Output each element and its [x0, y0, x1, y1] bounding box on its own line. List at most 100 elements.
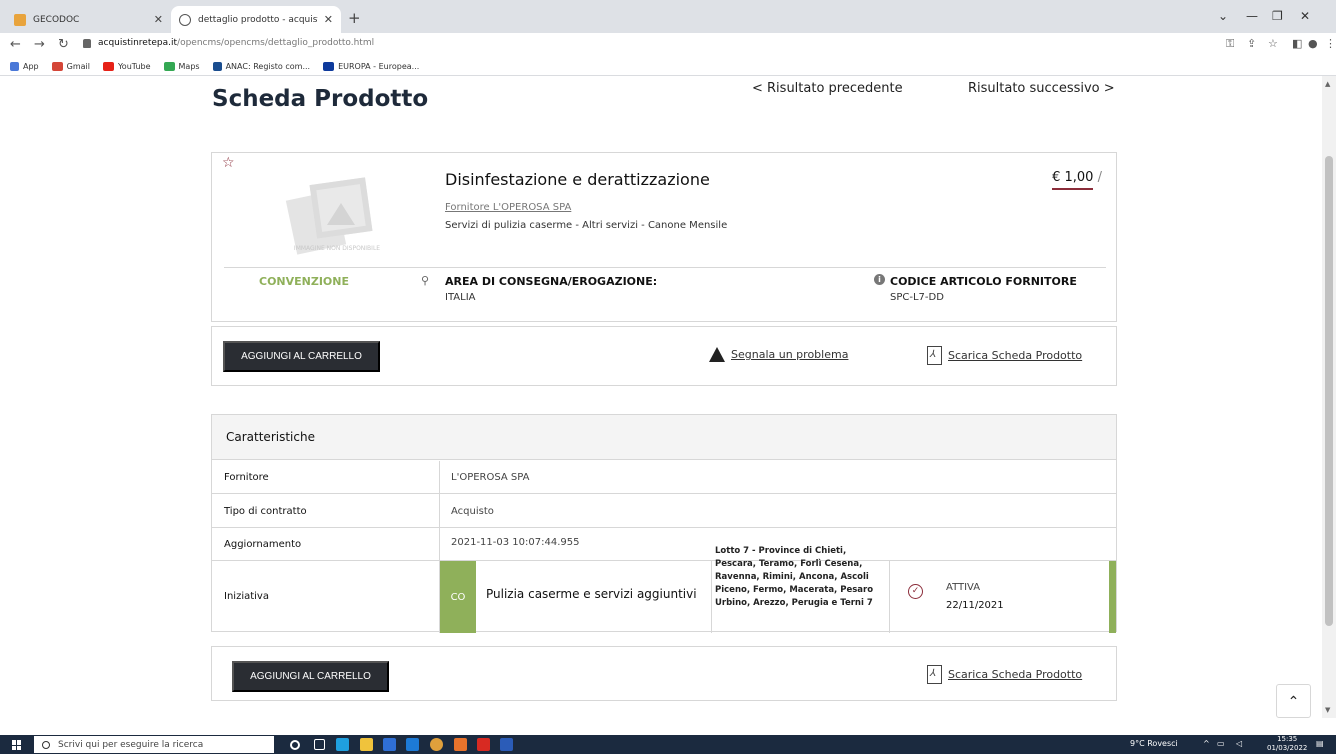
characteristics-header: Caratteristiche: [212, 415, 1116, 460]
weather-widget[interactable]: 9°C Rovesci: [1130, 739, 1178, 748]
download-datasheet-link[interactable]: Scarica Scheda Prodotto: [927, 665, 1082, 684]
notifications-icon[interactable]: ▤: [1316, 739, 1324, 748]
delivery-area-value: ITALIA: [445, 292, 476, 303]
warning-icon: [709, 347, 725, 362]
sidebar-icon[interactable]: ◧: [1292, 37, 1302, 50]
table-row: Fornitore L'OPEROSA SPA: [212, 461, 1116, 494]
tab-title: GECODOC: [33, 14, 80, 25]
lock-icon: [83, 38, 91, 48]
file-explorer-icon[interactable]: [360, 738, 373, 751]
bookmark-star-icon[interactable]: ☆: [1268, 37, 1278, 50]
globe-favicon-icon: [179, 13, 191, 26]
clock-date: 01/03/2022: [1267, 744, 1308, 752]
reload-icon[interactable]: ↻: [58, 37, 69, 52]
initiative-status: ATTIVA: [946, 582, 981, 593]
delivery-area-label: AREA DI CONSEGNA/EROGAZIONE:: [445, 275, 658, 288]
next-result-link[interactable]: Risultato successivo >: [968, 81, 1115, 96]
maps-icon: [163, 62, 175, 71]
url-field[interactable]: acquistinretepa.it /opencms/opencms/dett…: [83, 38, 374, 48]
url-path: /opencms/opencms/dettaglio_prodotto.html: [177, 38, 375, 48]
add-to-cart-button[interactable]: AGGIUNGI AL CARRELLO: [223, 341, 380, 372]
tab-search-chevron-icon[interactable]: ⌄: [1218, 9, 1228, 23]
supplier-code-value: SPC-L7-DD: [890, 292, 944, 303]
tab-dettaglio-prodotto[interactable]: dettaglio prodotto - acquistinreti ✕: [171, 6, 341, 33]
product-card: ☆ IMMAGINE NON DISPONIBILE Disinfestazio…: [211, 152, 1117, 322]
back-to-top-button[interactable]: ⌃: [1276, 684, 1311, 718]
outlook-icon[interactable]: [454, 738, 467, 751]
bookmarks-bar: App Gmail YouTube Maps ANAC: Registo com…: [0, 58, 1336, 76]
volume-icon[interactable]: ◁: [1236, 739, 1242, 748]
characteristics-table: Caratteristiche Fornitore L'OPEROSA SPA …: [211, 414, 1117, 633]
bookmark-youtube[interactable]: YouTube: [102, 62, 151, 71]
page-content: Scheda Prodotto < Risultato precedente R…: [0, 76, 1322, 718]
initiative-badge: CO: [440, 561, 476, 633]
supplier-link[interactable]: Fornitore L'OPEROSA SPA: [445, 202, 571, 213]
share-icon[interactable]: ⇪: [1247, 37, 1256, 50]
product-category: Servizi di pulizia caserme - Altri servi…: [445, 220, 728, 231]
taskbar-clock[interactable]: 15:35 01/03/2022: [1267, 735, 1307, 753]
tab-gecodoc[interactable]: GECODOC ✕: [6, 6, 171, 33]
cortana-icon[interactable]: [290, 740, 300, 750]
word-icon[interactable]: [500, 738, 513, 751]
divider: [224, 267, 1106, 268]
back-icon[interactable]: ←: [10, 37, 21, 52]
windows-start-icon[interactable]: [12, 740, 22, 750]
profile-icon[interactable]: ●: [1308, 37, 1318, 50]
bookmark-anac[interactable]: ANAC: Registo com...: [212, 62, 310, 71]
forward-icon[interactable]: →: [34, 37, 45, 52]
close-tab-icon[interactable]: ✕: [154, 13, 163, 26]
page-scrollbar[interactable]: ▲ ▼: [1322, 76, 1336, 718]
new-tab-button[interactable]: +: [348, 9, 361, 27]
pdf-icon: [927, 665, 942, 684]
anac-icon: [212, 62, 222, 71]
price-value: € 1,00: [1052, 170, 1094, 190]
store-icon[interactable]: [383, 738, 396, 751]
tray-chevron-icon[interactable]: ^: [1203, 739, 1210, 748]
favorite-star-icon[interactable]: ☆: [222, 155, 235, 171]
windows-taskbar: Scrivi qui per eseguire la ricerca 9°C R…: [0, 735, 1336, 754]
tab-title: dettaglio prodotto - acquistinreti: [198, 14, 318, 25]
chrome-icon[interactable]: [430, 738, 443, 751]
report-problem-link[interactable]: Segnala un problema: [709, 347, 848, 362]
close-tab-icon[interactable]: ✕: [324, 13, 333, 26]
menu-icon[interactable]: ⋮: [1325, 37, 1336, 50]
edge-icon[interactable]: [336, 738, 349, 751]
key-icon[interactable]: ⚿: [1226, 37, 1234, 51]
scroll-down-icon[interactable]: ▼: [1325, 706, 1330, 714]
bookmark-europa[interactable]: EUROPA - Europea...: [323, 62, 419, 71]
mail-icon[interactable]: [406, 738, 419, 751]
download-datasheet-link[interactable]: Scarica Scheda Prodotto: [927, 346, 1082, 365]
acrobat-icon[interactable]: [477, 738, 490, 751]
browser-tab-bar: GECODOC ✕ dettaglio prodotto - acquistin…: [0, 0, 1336, 33]
taskbar-search-placeholder: Scrivi qui per eseguire la ricerca: [58, 739, 204, 750]
eu-flag-icon: [323, 62, 335, 71]
task-view-icon[interactable]: [314, 739, 325, 750]
location-pin-icon: ⚲: [421, 274, 430, 287]
close-window-icon[interactable]: ✕: [1300, 9, 1310, 23]
bookmark-apps[interactable]: App: [10, 62, 39, 71]
scroll-up-icon[interactable]: ▲: [1325, 80, 1330, 88]
taskbar-search[interactable]: Scrivi qui per eseguire la ricerca: [34, 736, 274, 753]
apps-grid-icon: [10, 62, 19, 71]
product-type-label: CONVENZIONE: [259, 275, 350, 288]
bookmark-maps[interactable]: Maps: [163, 62, 200, 71]
initiative-status-date: 22/11/2021: [946, 600, 1004, 611]
table-row: Tipo di contratto Acquisto: [212, 495, 1116, 528]
actions-bar: AGGIUNGI AL CARRELLO Segnala un problema…: [211, 326, 1117, 386]
initiative-title: Pulizia caserme e servizi aggiuntivi: [486, 587, 697, 601]
table-row: Aggiornamento 2021-11-03 10:07:44.955: [212, 529, 1116, 561]
bookmark-gmail[interactable]: Gmail: [51, 62, 90, 71]
previous-result-link[interactable]: < Risultato precedente: [752, 81, 903, 96]
price-suffix: /: [1097, 170, 1102, 185]
restore-icon[interactable]: ❐: [1272, 9, 1283, 23]
bottom-actions-bar: AGGIUNGI AL CARRELLO Scarica Scheda Prod…: [211, 646, 1117, 701]
check-circle-icon: ✓: [908, 584, 923, 599]
scrollbar-thumb[interactable]: [1325, 156, 1333, 626]
add-to-cart-button[interactable]: AGGIUNGI AL CARRELLO: [232, 661, 389, 692]
minimize-icon[interactable]: —: [1246, 9, 1258, 23]
url-host: acquistinretepa.it: [98, 38, 178, 48]
image-unavailable-caption: IMMAGINE NON DISPONIBILE: [293, 245, 381, 252]
status-stripe: [1109, 561, 1116, 633]
supplier-code-label: CODICE ARTICOLO FORNITORE: [890, 275, 1077, 288]
network-icon[interactable]: ▭: [1217, 739, 1225, 748]
